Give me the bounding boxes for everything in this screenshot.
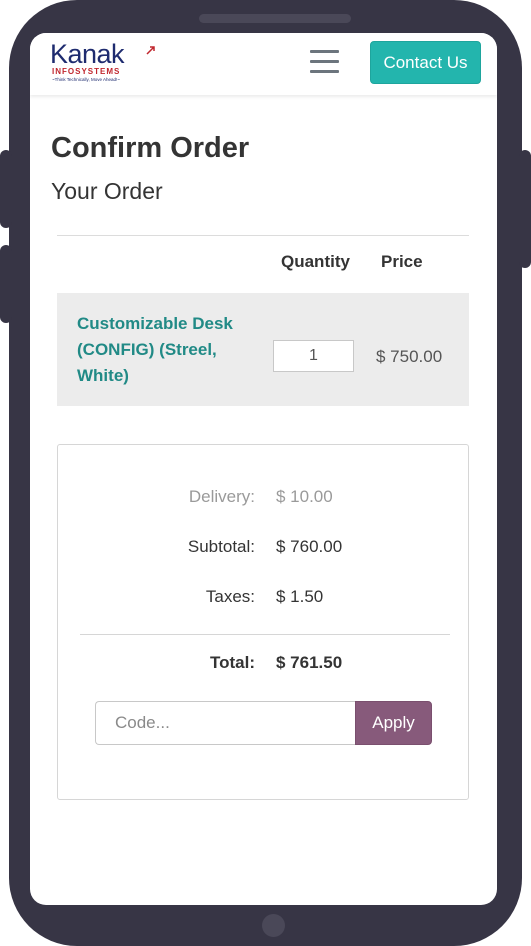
taxes-value: $ 1.50 bbox=[276, 587, 324, 606]
company-logo[interactable]: Kanak INFOSYSTEMS ~Think Technically, Mo… bbox=[50, 39, 155, 89]
logo-arrow-icon bbox=[146, 46, 155, 55]
order-summary: Delivery: $ 10.00 Subtotal: $ 760.00 Tax… bbox=[57, 444, 469, 800]
logo-subtitle: INFOSYSTEMS bbox=[52, 67, 121, 76]
product-price: $ 750.00 bbox=[376, 347, 443, 366]
price-column-header: Price bbox=[381, 252, 423, 271]
subtotal-label: Subtotal: bbox=[187, 537, 255, 556]
page-title: Confirm Order bbox=[51, 132, 250, 164]
phone-screen: Kanak INFOSYSTEMS ~Think Technically, Mo… bbox=[30, 33, 497, 905]
volume-down-button bbox=[0, 245, 12, 323]
quantity-input[interactable] bbox=[273, 340, 354, 372]
logo-wordmark: Kanak bbox=[50, 39, 125, 69]
volume-up-button bbox=[0, 150, 12, 228]
delivery-label: Delivery: bbox=[188, 487, 255, 506]
table-divider bbox=[57, 235, 469, 236]
speaker-grille bbox=[199, 14, 351, 23]
taxes-label: Taxes: bbox=[205, 587, 255, 606]
promo-code-input[interactable] bbox=[95, 701, 357, 745]
logo-tagline: ~Think Technically, Move Ahead!~ bbox=[52, 77, 120, 82]
delivery-value: $ 10.00 bbox=[276, 487, 333, 506]
home-button[interactable] bbox=[262, 914, 285, 937]
table-row: Customizable Desk (CONFIG) (Streel, Whit… bbox=[57, 293, 469, 406]
contact-us-button[interactable]: Contact Us bbox=[370, 41, 481, 84]
menu-icon[interactable] bbox=[310, 50, 339, 74]
apply-button[interactable]: Apply bbox=[355, 701, 432, 745]
subtotal-value: $ 760.00 bbox=[276, 537, 343, 556]
total-value: $ 761.50 bbox=[276, 653, 343, 672]
total-label: Total: bbox=[209, 653, 255, 672]
page-subtitle: Your Order bbox=[51, 178, 163, 204]
product-name-link[interactable]: Customizable Desk (CONFIG) (Streel, Whit… bbox=[77, 311, 257, 389]
summary-divider bbox=[80, 634, 450, 635]
quantity-column-header: Quantity bbox=[281, 252, 350, 271]
site-header: Kanak INFOSYSTEMS ~Think Technically, Mo… bbox=[30, 33, 497, 95]
power-button bbox=[519, 150, 531, 268]
